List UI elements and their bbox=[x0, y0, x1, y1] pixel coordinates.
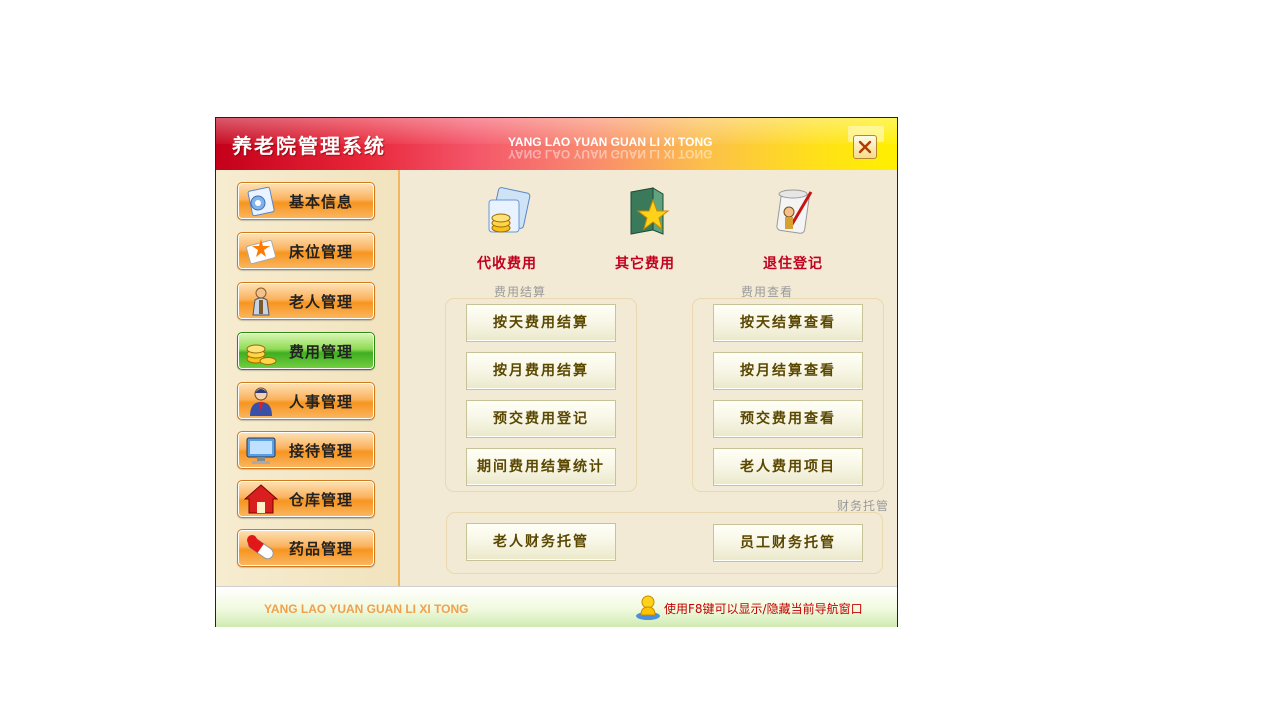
other-fees-action[interactable]: 其它费用 bbox=[590, 178, 700, 278]
sidebar: 基本信息 床位管理 老人管理 费用管理 人事管理 接待管理 仓库管理 药品管理 bbox=[216, 170, 400, 586]
star-book-icon bbox=[630, 187, 670, 235]
title-bar[interactable]: 养老院管理系统 YANG LAO YUAN GUAN LI XI TONG YA… bbox=[216, 118, 897, 170]
coin-folder-icon bbox=[488, 187, 531, 233]
sidebar-item-reception[interactable]: 接待管理 bbox=[237, 431, 375, 469]
status-bar: YANG LAO YUAN GUAN LI XI TONG 使用F8键可以显示/… bbox=[216, 586, 897, 627]
scroll-pen-icon bbox=[776, 189, 813, 234]
sidebar-item-medicine[interactable]: 药品管理 bbox=[237, 529, 375, 567]
staff-icon bbox=[250, 387, 272, 416]
period-settlement-stats-button[interactable]: 期间费用结算统计 bbox=[466, 448, 616, 486]
monthly-settlement-view-button[interactable]: 按月结算查看 bbox=[713, 352, 863, 390]
sidebar-item-label: 人事管理 bbox=[289, 393, 354, 411]
daily-settlement-button[interactable]: 按天费用结算 bbox=[466, 304, 616, 342]
elder-custody-button[interactable]: 老人财务托管 bbox=[466, 523, 616, 561]
document-icon bbox=[247, 186, 275, 217]
sidebar-item-label: 接待管理 bbox=[289, 442, 354, 460]
sidebar-item-elder[interactable]: 老人管理 bbox=[237, 282, 375, 320]
close-icon bbox=[858, 140, 872, 154]
sidebar-item-hr[interactable]: 人事管理 bbox=[237, 382, 375, 420]
star-card-icon bbox=[246, 239, 276, 265]
close-button[interactable] bbox=[853, 135, 877, 159]
sidebar-item-basic-info[interactable]: 基本信息 bbox=[237, 182, 375, 220]
daily-settlement-view-button[interactable]: 按天结算查看 bbox=[713, 304, 863, 342]
sidebar-item-label: 床位管理 bbox=[289, 243, 354, 261]
sidebar-item-label: 药品管理 bbox=[289, 540, 354, 558]
f8-hint-text: 使用F8键可以显示/隐藏当前导航窗口 bbox=[664, 602, 863, 616]
monthly-settlement-button[interactable]: 按月费用结算 bbox=[466, 352, 616, 390]
coins-icon bbox=[246, 344, 277, 365]
staff-custody-button[interactable]: 员工财务托管 bbox=[713, 524, 863, 562]
sidebar-item-label: 费用管理 bbox=[289, 343, 354, 361]
app-title-pinyin-reflection: YANG LAO YUAN GUAN LI XI TONG bbox=[508, 147, 713, 161]
other-fees-label: 其它费用 bbox=[615, 256, 675, 272]
checkout-register-action[interactable]: 退住登记 bbox=[738, 178, 848, 278]
prepaid-view-button[interactable]: 预交费用查看 bbox=[713, 400, 863, 438]
person-icon bbox=[252, 287, 270, 316]
sidebar-item-label: 仓库管理 bbox=[289, 491, 354, 509]
elder-fee-items-button[interactable]: 老人费用项目 bbox=[713, 448, 863, 486]
status-pinyin: YANG LAO YUAN GUAN LI XI TONG bbox=[264, 602, 469, 616]
sidebar-item-warehouse[interactable]: 仓库管理 bbox=[237, 480, 375, 518]
sidebar-item-fees[interactable]: 费用管理 bbox=[237, 332, 375, 370]
sidebar-item-label: 老人管理 bbox=[289, 293, 354, 311]
prepaid-register-button[interactable]: 预交费用登记 bbox=[466, 400, 616, 438]
app-window: 养老院管理系统 YANG LAO YUAN GUAN LI XI TONG YA… bbox=[215, 117, 898, 627]
collect-fees-action[interactable]: 代收费用 bbox=[452, 178, 562, 278]
checkout-register-label: 退住登记 bbox=[763, 256, 823, 272]
sidebar-item-bed[interactable]: 床位管理 bbox=[237, 232, 375, 270]
user-hint-icon bbox=[636, 595, 660, 620]
pill-icon bbox=[247, 535, 274, 560]
monitor-icon bbox=[246, 437, 276, 464]
collect-fees-label: 代收费用 bbox=[477, 256, 537, 272]
house-icon bbox=[244, 484, 278, 514]
app-title: 养老院管理系统 bbox=[232, 134, 386, 158]
sidebar-item-label: 基本信息 bbox=[289, 193, 354, 211]
main-content: 代收费用 其它费用 退住登记 费用结算 按天费用结算 按月费用结算 预交费用登记… bbox=[400, 170, 897, 586]
